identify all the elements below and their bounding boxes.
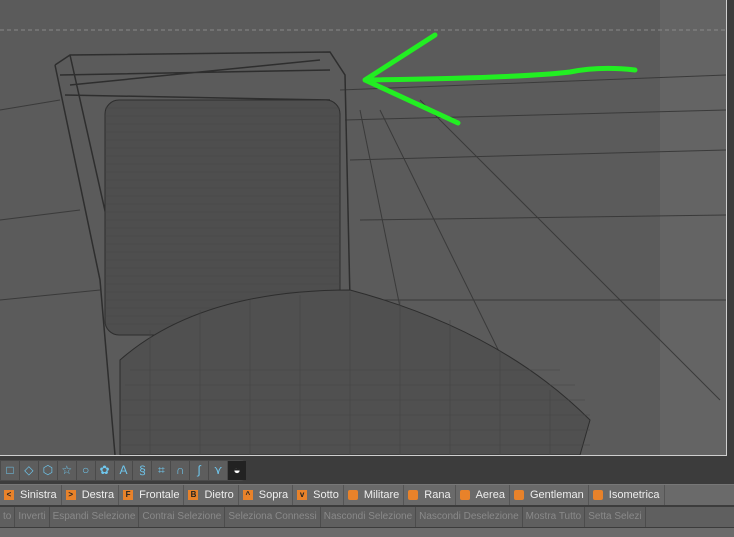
cube-icon bbox=[347, 490, 358, 500]
selection-command-button[interactable]: to bbox=[0, 507, 16, 527]
half-sphere-icon[interactable]: ◒ bbox=[228, 461, 246, 480]
selection-command-button[interactable]: Seleziona Connessi bbox=[225, 507, 321, 527]
view-button-gentleman[interactable]: Gentleman bbox=[510, 485, 589, 505]
view-button-dietro[interactable]: B Dietro bbox=[184, 485, 239, 505]
selection-command-button[interactable]: Espandi Selezione bbox=[50, 507, 140, 527]
square-icon[interactable]: □ bbox=[1, 461, 19, 480]
view-button-isometrica[interactable]: Isometrica bbox=[589, 485, 665, 505]
view-label: Destra bbox=[81, 489, 115, 501]
view-label: Sotto bbox=[313, 489, 339, 501]
chevron-icon[interactable]: ⋎ bbox=[209, 461, 228, 480]
selection-command-button[interactable]: Inverti bbox=[15, 507, 50, 527]
cube-icon bbox=[592, 490, 603, 500]
view-label: Sopra bbox=[258, 489, 289, 501]
view-button-aerea[interactable]: Aerea bbox=[456, 485, 510, 505]
selection-command-button[interactable]: Nascondi Selezione bbox=[321, 507, 417, 527]
view-label: Aerea bbox=[475, 489, 505, 501]
view-label: Gentleman bbox=[529, 489, 584, 501]
3d-viewport[interactable] bbox=[0, 0, 727, 456]
selection-command-button[interactable]: Mostra Tutto bbox=[523, 507, 586, 527]
star-icon[interactable]: ☆ bbox=[57, 461, 76, 480]
cube-icon bbox=[513, 490, 524, 500]
diamond-icon[interactable]: ◇ bbox=[19, 461, 38, 480]
view-label: Frontale bbox=[139, 489, 180, 501]
left-arrow-icon: < bbox=[4, 490, 14, 500]
arc-icon[interactable]: ∩ bbox=[171, 461, 190, 480]
cube-icon bbox=[408, 490, 419, 500]
curve-icon[interactable]: ∫ bbox=[190, 461, 209, 480]
view-button-sinistra[interactable]: < Sinistra bbox=[0, 485, 62, 505]
down-icon: v bbox=[297, 490, 308, 500]
flower-icon[interactable]: ✿ bbox=[95, 461, 114, 480]
view-button-sopra[interactable]: ^ Sopra bbox=[239, 485, 294, 505]
text-a-icon[interactable]: A bbox=[114, 461, 133, 480]
view-button-militare[interactable]: Militare bbox=[344, 485, 405, 505]
view-label: Dietro bbox=[204, 489, 234, 501]
selection-command-button[interactable]: Contrai Selezione bbox=[139, 507, 226, 527]
view-button-rana[interactable]: Rana bbox=[404, 485, 456, 505]
view-button-frontale[interactable]: F Frontale bbox=[119, 485, 185, 505]
bottom-toolbar bbox=[0, 528, 734, 537]
view-label: Rana bbox=[424, 489, 451, 501]
selection-command-bar: to Inverti Espandi Selezione Contrai Selezi… bbox=[0, 507, 734, 527]
cube-icon bbox=[459, 490, 470, 500]
view-button-destra[interactable]: > Destra bbox=[62, 485, 120, 505]
annotation-arrow bbox=[362, 32, 638, 126]
view-label: Sinistra bbox=[20, 489, 57, 501]
back-icon: B bbox=[188, 490, 199, 500]
view-label: Militare bbox=[363, 489, 400, 501]
circle-icon[interactable]: ○ bbox=[76, 461, 95, 480]
right-arrow-icon: > bbox=[65, 490, 76, 500]
hexagon-icon[interactable]: ⬡ bbox=[38, 461, 57, 480]
helix-icon[interactable]: § bbox=[133, 461, 152, 480]
chair-wireframe bbox=[0, 29, 726, 455]
view-label: Isometrica bbox=[608, 489, 660, 501]
view-button-sotto[interactable]: v Sotto bbox=[293, 485, 344, 505]
selection-command-button[interactable]: Nascondi Deselezione bbox=[416, 507, 523, 527]
selection-command-button[interactable]: Setta Selezi bbox=[585, 507, 646, 527]
up-icon: ^ bbox=[242, 490, 253, 500]
primitive-toolbar: □ ◇ ⬡ ☆ ○ ✿ A § ⌗ ∩ ∫ ⋎ ◒ bbox=[0, 460, 246, 481]
camera-view-bar: < Sinistra > Destra F Frontale B Dietro ^ Sopra v S… bbox=[0, 484, 734, 505]
front-icon: F bbox=[123, 490, 134, 500]
bracket-icon[interactable]: ⌗ bbox=[152, 461, 171, 480]
